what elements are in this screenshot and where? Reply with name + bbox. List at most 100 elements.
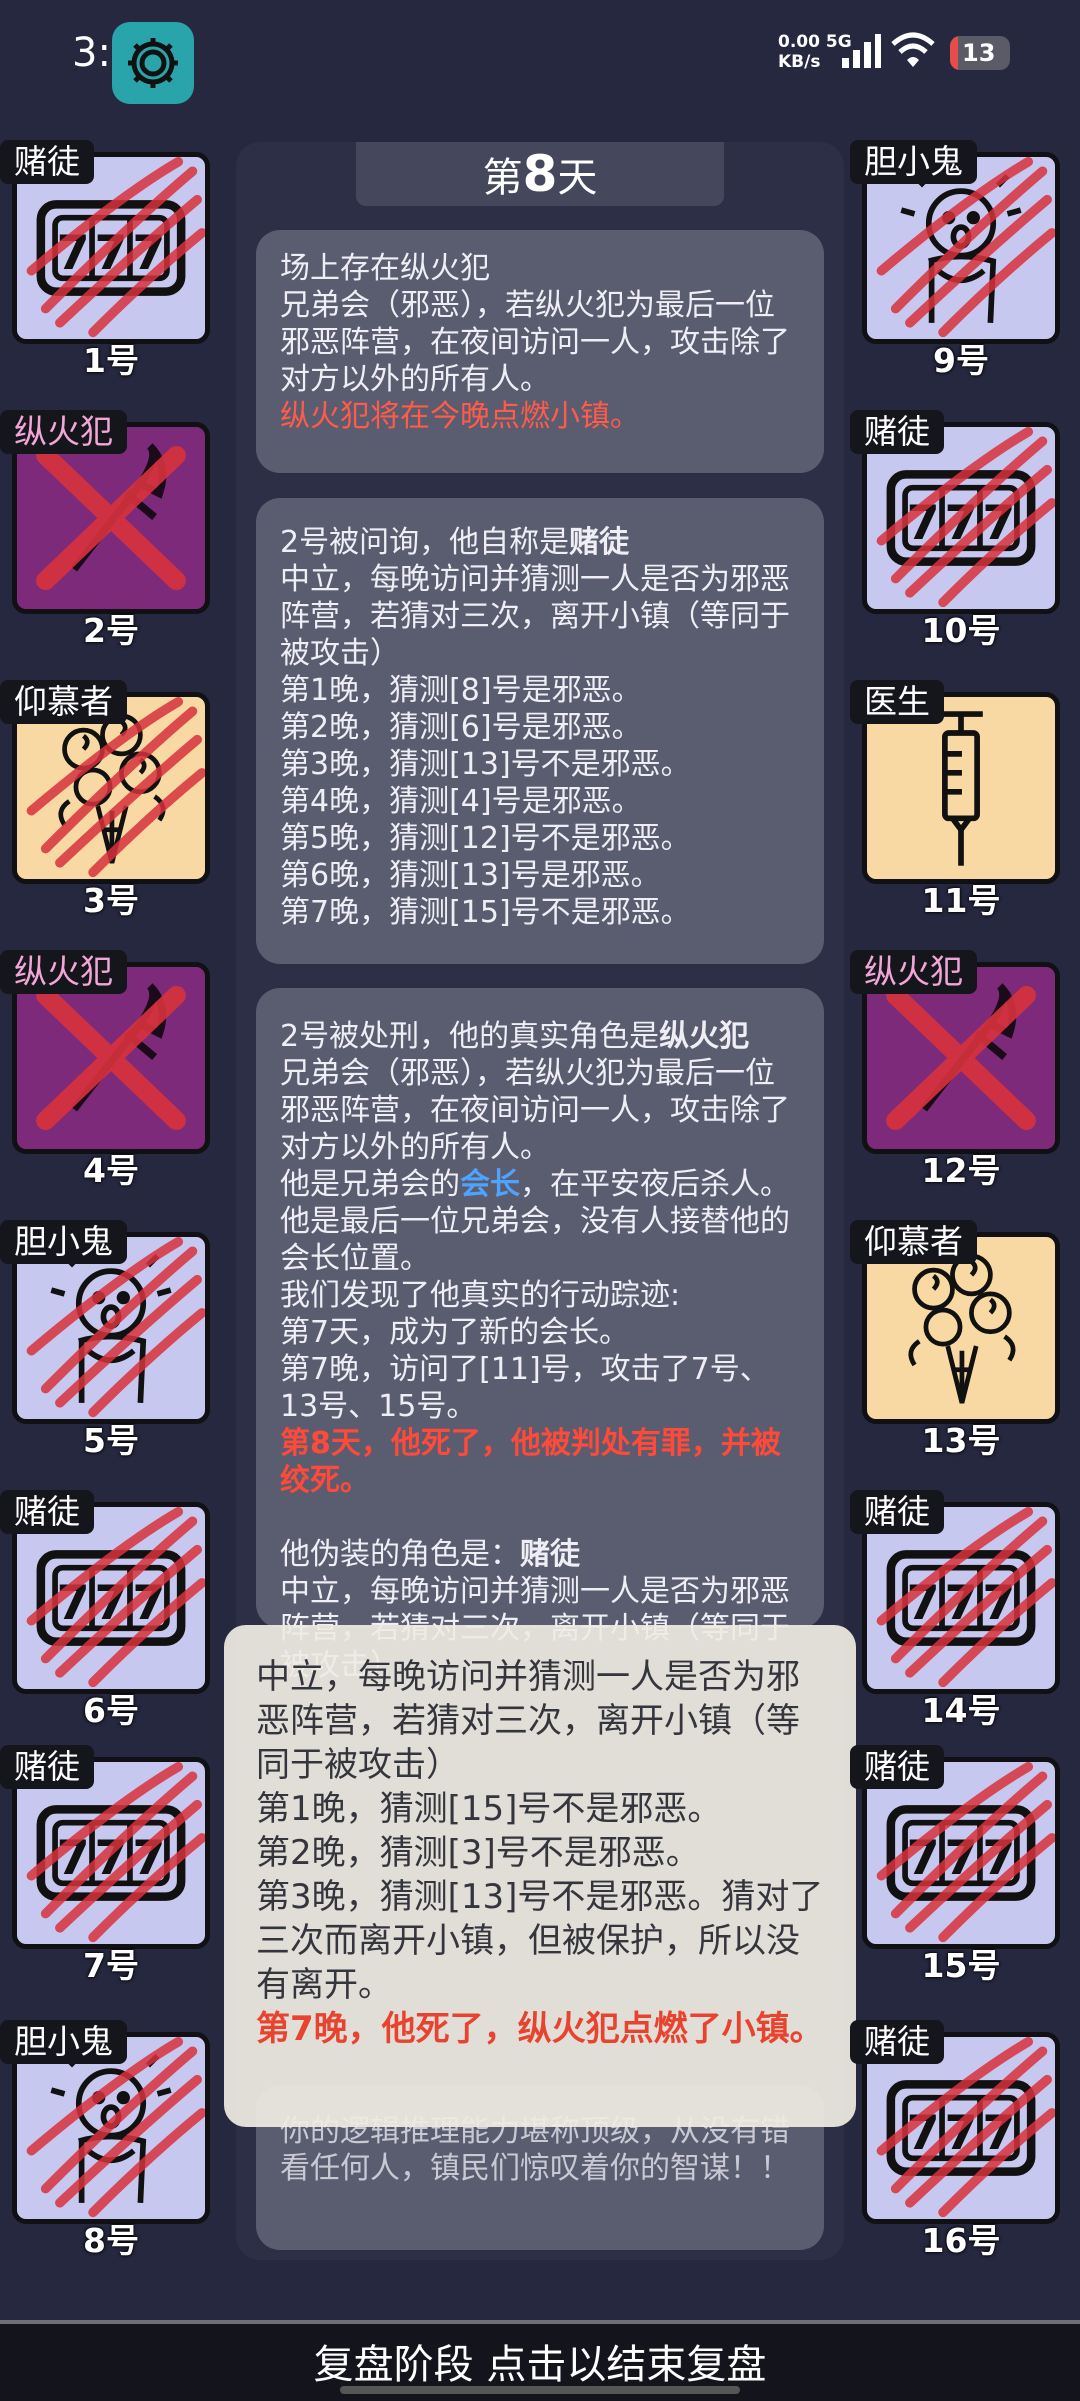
- dead-scratch-mark-icon: [17, 157, 205, 339]
- player-number: 9号: [933, 341, 989, 380]
- msg-text: 2号被处刑，他的真实角色是: [280, 1019, 660, 1054]
- msg-line: 他伪装的角色是：赌徒: [280, 1536, 800, 1573]
- role-badge: 医生: [850, 680, 944, 724]
- role-badge: 胆小鬼: [0, 1220, 127, 1264]
- role-badge: 仰慕者: [850, 1220, 977, 1264]
- tooltip-death: 第7晚，他死了，纵火犯点燃了小镇。: [256, 2009, 824, 2049]
- log-message-interrogation: 2号被问询，他自称是赌徒 中立，每晚访问并猜测一人是否为邪恶阵营，若猜对三次，离…: [256, 498, 824, 964]
- msg-line: 我们发现了他真实的行动踪迹:: [280, 1278, 681, 1313]
- player-slot[interactable]: 医生 11号: [850, 680, 1060, 920]
- battery-fill: [950, 36, 958, 70]
- night-guess: 第4晚，猜测[4]号是邪恶。: [280, 784, 642, 819]
- leader-link[interactable]: 会长: [460, 1167, 520, 1202]
- home-indicator[interactable]: [340, 2386, 740, 2394]
- dead-scratch-mark-icon: [867, 1507, 1055, 1689]
- dead-scratch-mark-icon: [17, 1237, 205, 1419]
- player-number: 7号: [83, 1946, 139, 1985]
- tooltip-night: 第2晚，猜测[3]号不是邪恶。: [256, 1833, 700, 1873]
- wifi-icon: [891, 32, 935, 67]
- player-slot[interactable]: 7 7 7 赌徒 15号: [850, 1745, 1060, 1985]
- player-number: 13号: [921, 1421, 1001, 1460]
- msg-warning: 纵火犯将在今晚点燃小镇。: [280, 399, 640, 434]
- night-guess: 第7晚，猜测[15]号不是邪恶。: [280, 895, 691, 930]
- executed-cross-mark-icon: [17, 427, 205, 609]
- night-guess: 第5晚，猜测[12]号不是邪恶。: [280, 821, 691, 856]
- day-number: 8: [522, 145, 558, 203]
- executed-cross-mark-icon: [17, 967, 205, 1149]
- player-slot[interactable]: 7 7 7 赌徒 14号: [850, 1490, 1060, 1730]
- msg-line: 2号被问询，他自称是赌徒: [280, 524, 800, 561]
- true-role: 纵火犯: [659, 1019, 750, 1054]
- player-slot[interactable]: 7 7 7 赌徒 10号: [850, 410, 1060, 650]
- role-tooltip-popup[interactable]: 中立，每晚访问并猜测一人是否为邪恶阵营，若猜对三次，离开小镇（等同于被攻击） 第…: [224, 1625, 856, 2127]
- player-slot[interactable]: 胆小鬼 8号: [0, 2020, 210, 2260]
- msg-line: 2号被处刑，他的真实角色是纵火犯: [280, 1018, 800, 1055]
- msg-line: 第7晚，访问了[11]号，攻击了7号、13号、15号。: [280, 1352, 770, 1424]
- player-number: 12号: [921, 1151, 1001, 1190]
- dead-scratch-mark-icon: [867, 2037, 1055, 2219]
- role-badge: 赌徒: [0, 140, 94, 184]
- player-slot[interactable]: 胆小鬼 9号: [850, 140, 1060, 380]
- role-badge: 赌徒: [850, 2020, 944, 2064]
- player-number: 5号: [83, 1421, 139, 1460]
- log-message-arsonist-exists: 场上存在纵火犯 兄弟会（邪恶），若纵火犯为最后一位邪恶阵营，在夜间访问一人，攻击…: [256, 230, 824, 473]
- signal-icon: [842, 34, 881, 68]
- gear-icon: [128, 38, 178, 88]
- dead-scratch-mark-icon: [17, 1507, 205, 1689]
- msg-text: 他是兄弟会的: [280, 1167, 460, 1202]
- player-number: 4号: [83, 1151, 139, 1190]
- player-number: 16号: [921, 2221, 1001, 2260]
- player-slot[interactable]: 纵火犯 12号: [850, 950, 1060, 1190]
- player-slot[interactable]: 7 7 7 赌徒 6号: [0, 1490, 210, 1730]
- night-guess: 第2晚，猜测[6]号是邪恶。: [280, 710, 642, 745]
- player-slot[interactable]: 7 7 7 赌徒 16号: [850, 2020, 1060, 2260]
- role-badge: 赌徒: [0, 1745, 94, 1789]
- msg-line: 他是兄弟会的会长，在平安夜后杀人。他是最后一位兄弟会，没有人接替他的会长位置。: [280, 1166, 800, 1277]
- verdict-text: 第8天，他死了，他被判处有罪，并被绞死。: [280, 1426, 781, 1498]
- day-suffix: 天: [557, 155, 598, 201]
- msg-line: 场上存在纵火犯: [280, 251, 490, 286]
- player-number: 8号: [83, 2221, 139, 2260]
- role-badge: 胆小鬼: [0, 2020, 127, 2064]
- player-number: 15号: [921, 1946, 1001, 1985]
- tooltip-night: 第1晚，猜测[15]号不是邪恶。: [256, 1789, 722, 1829]
- player-number: 6号: [83, 1691, 139, 1730]
- tooltip-description: 中立，每晚访问并猜测一人是否为邪恶阵营，若猜对三次，离开小镇（等同于被攻击）: [256, 1657, 800, 1785]
- dead-scratch-mark-icon: [867, 427, 1055, 609]
- player-slot[interactable]: 胆小鬼 5号: [0, 1220, 210, 1460]
- day-prefix: 第: [482, 155, 523, 201]
- role-badge: 赌徒: [850, 1745, 944, 1789]
- syringe-icon: [867, 697, 1055, 879]
- disguise-role: 赌徒: [520, 1537, 580, 1572]
- player-slot[interactable]: 纵火犯 4号: [0, 950, 210, 1190]
- settings-button[interactable]: [112, 22, 194, 104]
- tooltip-night: 第3晚，猜测[13]号不是邪恶。猜对了三次而离开小镇，但被保护，所以没有离开。: [256, 1877, 824, 2005]
- day-header: 第8天: [356, 142, 724, 206]
- role-badge: 赌徒: [0, 1490, 94, 1534]
- battery-level: 13: [962, 39, 996, 67]
- player-slot[interactable]: 7 7 7 赌徒 7号: [0, 1745, 210, 1985]
- log-message-execution: 2号被处刑，他的真实角色是纵火犯 兄弟会（邪恶），若纵火犯为最后一位邪恶阵营，在…: [256, 988, 824, 1683]
- player-number: 2号: [83, 611, 139, 650]
- dead-scratch-mark-icon: [17, 2037, 205, 2219]
- role-badge: 赌徒: [850, 410, 944, 454]
- player-slot[interactable]: 7 7 7 赌徒 1号: [0, 140, 210, 380]
- role-badge: 仰慕者: [0, 680, 127, 724]
- role-description: 中立，每晚访问并猜测一人是否为邪恶阵营，若猜对三次，离开小镇（等同于被攻击）: [280, 562, 790, 671]
- role-badge: 赌徒: [850, 1490, 944, 1534]
- role-badge: 纵火犯: [850, 950, 977, 994]
- player-number: 14号: [921, 1691, 1001, 1730]
- player-slot[interactable]: 纵火犯 2号: [0, 410, 210, 650]
- end-review-bar[interactable]: 复盘阶段 点击以结束复盘: [0, 2320, 1080, 2401]
- player-number: 10号: [921, 611, 1001, 650]
- player-slot[interactable]: 仰慕者 3号: [0, 680, 210, 920]
- net-speed-value: 0.00: [778, 32, 820, 52]
- role-badge: 纵火犯: [0, 950, 127, 994]
- player-slot[interactable]: 仰慕者 13号: [850, 1220, 1060, 1460]
- msg-text: 他伪装的角色是：: [280, 1537, 520, 1572]
- end-review-label: 复盘阶段 点击以结束复盘: [313, 2342, 767, 2388]
- dead-scratch-mark-icon: [867, 1762, 1055, 1944]
- night-guess: 第3晚，猜测[13]号不是邪恶。: [280, 747, 691, 782]
- role-badge: 胆小鬼: [850, 140, 977, 184]
